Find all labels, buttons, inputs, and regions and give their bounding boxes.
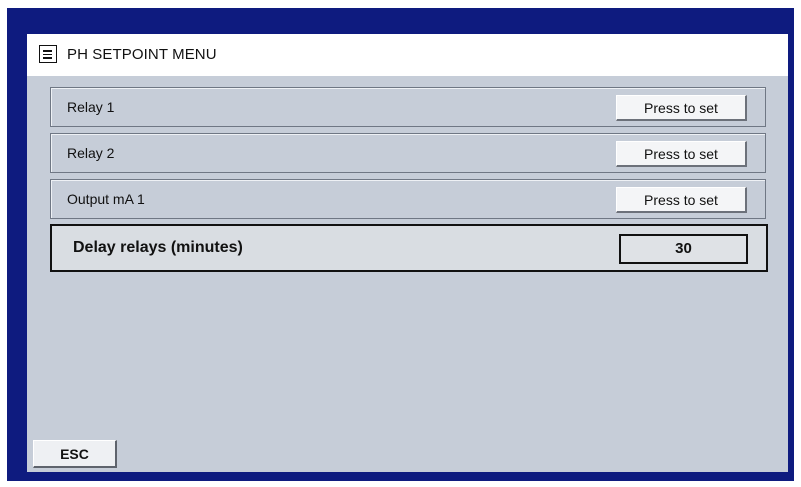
menu-list-icon [39,45,57,63]
setting-row-relay-1: Relay 1 Press to set [50,87,766,127]
row-label-delay-relays: Delay relays (minutes) [73,239,243,256]
delay-relays-value-field[interactable]: 30 [619,234,748,264]
setting-row-output-ma-1: Output mA 1 Press to set [50,179,766,219]
press-to-set-relay-2-button[interactable]: Press to set [616,141,747,167]
row-label-relay-2: Relay 2 [67,145,115,161]
setting-row-delay-relays[interactable]: Delay relays (minutes) 30 [50,224,768,272]
press-to-set-relay-1-button[interactable]: Press to set [616,95,747,121]
header-bar: PH SETPOINT MENU [27,34,788,76]
setting-row-relay-2: Relay 2 Press to set [50,133,766,173]
esc-button[interactable]: ESC [33,440,117,468]
page-title: PH SETPOINT MENU [67,46,217,63]
row-label-relay-1: Relay 1 [67,99,115,115]
row-label-output-ma-1: Output mA 1 [67,191,145,207]
device-frame: PH SETPOINT MENU Relay 1 Press to set Re… [7,8,794,481]
setpoint-screen: PH SETPOINT MENU Relay 1 Press to set Re… [27,34,788,472]
press-to-set-output-ma-1-button[interactable]: Press to set [616,187,747,213]
